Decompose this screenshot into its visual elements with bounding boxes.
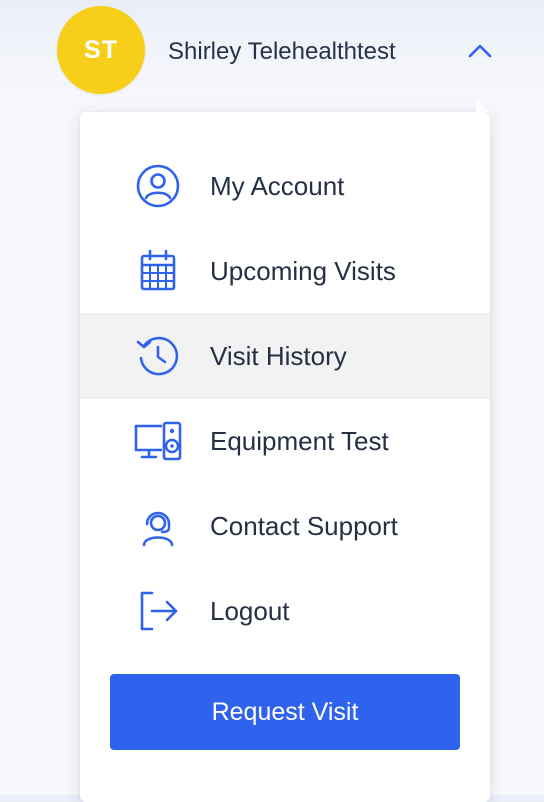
menu-caret: [476, 100, 490, 112]
menu-item-my-account[interactable]: My Account: [80, 143, 490, 229]
chevron-up-icon[interactable]: [466, 39, 494, 63]
menu-item-label: Visit History: [210, 341, 347, 371]
user-name[interactable]: Shirley Telehealthtest: [168, 38, 396, 66]
menu-item-visit-history[interactable]: Visit History: [80, 313, 490, 399]
avatar[interactable]: ST: [57, 6, 145, 94]
menu-item-equipment-test[interactable]: Equipment Test: [80, 398, 490, 484]
menu-item-logout[interactable]: Logout: [80, 568, 490, 654]
calendar-icon: [132, 247, 184, 295]
avatar-initials: ST: [84, 35, 118, 64]
headset-icon: [132, 502, 184, 550]
request-visit-button[interactable]: Request Visit: [110, 674, 460, 750]
menu-item-label: Logout: [210, 596, 290, 626]
menu-item-contact-support[interactable]: Contact Support: [80, 483, 490, 569]
menu-item-label: Contact Support: [210, 511, 398, 541]
user-dropdown-menu: My Account Upcoming Visits Visit History…: [80, 100, 490, 802]
logout-icon: [132, 587, 184, 635]
menu-item-upcoming-visits[interactable]: Upcoming Visits: [80, 228, 490, 314]
menu-item-label: Upcoming Visits: [210, 256, 396, 286]
history-icon: [132, 332, 184, 380]
user-header: ST Shirley Telehealthtest: [0, 0, 544, 100]
menu-item-label: My Account: [210, 171, 345, 201]
monitor-speaker-icon: [132, 417, 184, 465]
user-circle-icon: [132, 162, 184, 210]
menu-item-label: Equipment Test: [210, 426, 389, 456]
